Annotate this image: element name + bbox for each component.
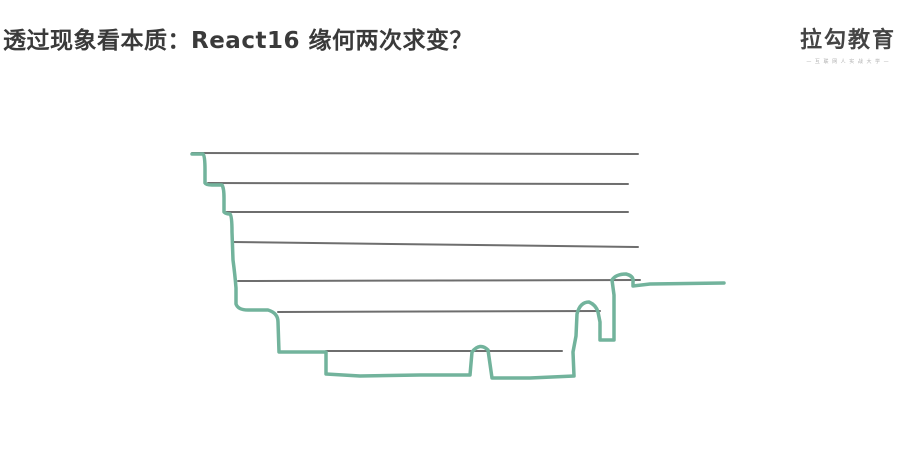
- stack-level-line: [191, 152, 639, 155]
- call-stack-diagram: [190, 152, 726, 380]
- stack-levels: [191, 152, 641, 352]
- stack-level-line: [207, 182, 629, 185]
- call-stack-outline: [190, 152, 726, 380]
- stack-level-line: [237, 279, 641, 282]
- stack-level-line: [231, 241, 639, 248]
- stack-level-line: [277, 310, 601, 313]
